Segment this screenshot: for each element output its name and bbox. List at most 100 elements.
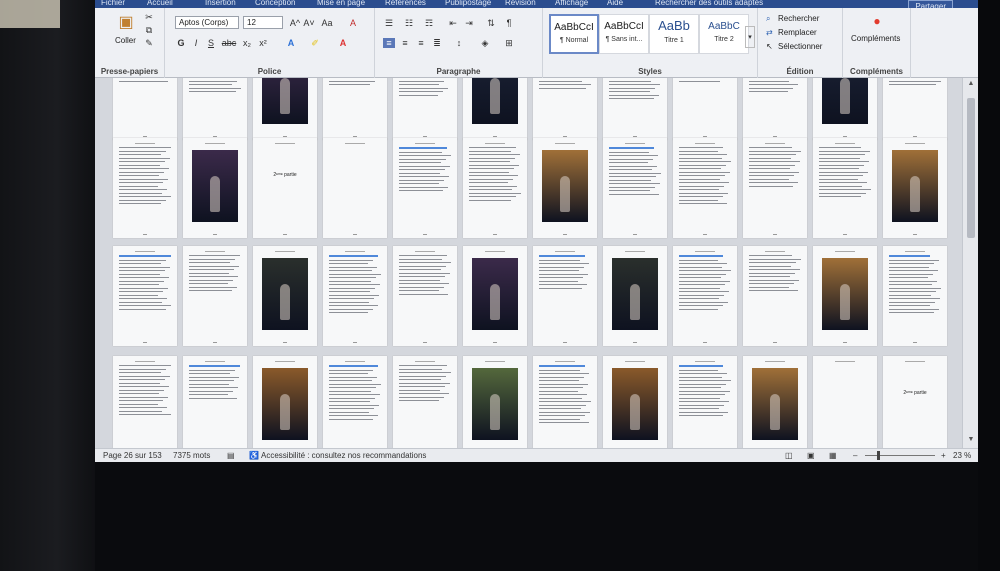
- bold-button[interactable]: G: [175, 38, 187, 48]
- text-effects-icon[interactable]: A: [285, 38, 297, 48]
- web-layout-icon[interactable]: ▦: [829, 451, 837, 460]
- align-left-icon[interactable]: ≡: [383, 38, 395, 48]
- document-page[interactable]: [253, 78, 317, 140]
- find-icon[interactable]: ⌕: [766, 14, 770, 24]
- document-page[interactable]: [743, 356, 807, 448]
- ribbon-tab[interactable]: Affichage: [555, 0, 588, 7]
- document-page[interactable]: [533, 78, 597, 140]
- ribbon-tab[interactable]: Accueil: [147, 0, 173, 7]
- document-page[interactable]: [463, 356, 527, 448]
- zoom-slider-knob[interactable]: [877, 451, 880, 460]
- format-painter-icon[interactable]: ✎: [143, 38, 155, 48]
- document-page[interactable]: [743, 78, 807, 140]
- numbering-icon[interactable]: ☷: [403, 18, 415, 28]
- document-page[interactable]: [533, 356, 597, 448]
- document-page[interactable]: [183, 78, 247, 140]
- document-page[interactable]: [813, 138, 877, 238]
- decrease-indent-icon[interactable]: ⇤: [447, 18, 459, 28]
- clear-formatting-icon[interactable]: A: [347, 18, 359, 28]
- font-size-select[interactable]: 12: [243, 16, 283, 29]
- sort-icon[interactable]: ⇅: [485, 18, 497, 28]
- document-page[interactable]: 2ᵉᵐᵉ partie: [883, 356, 947, 448]
- shading-icon[interactable]: ◈: [479, 38, 491, 48]
- document-page[interactable]: [673, 138, 737, 238]
- vertical-scrollbar[interactable]: ▲ ▼: [962, 78, 978, 448]
- style-no-spacing[interactable]: AaBbCcI ¶ Sans int...: [599, 14, 649, 54]
- accessibility-status[interactable]: Accessibilité : consultez nos recommanda…: [261, 451, 426, 460]
- borders-icon[interactable]: ⊞: [503, 38, 515, 48]
- document-page[interactable]: [743, 138, 807, 238]
- align-right-icon[interactable]: ≡: [415, 38, 427, 48]
- document-page[interactable]: [113, 138, 177, 238]
- document-page[interactable]: 2ᵉᵐᵉ partie: [253, 138, 317, 238]
- select-icon[interactable]: ↖: [766, 42, 773, 51]
- ribbon-tab[interactable]: Conception: [255, 0, 295, 7]
- superscript-button[interactable]: x²: [257, 38, 269, 48]
- document-page[interactable]: [393, 78, 457, 140]
- document-page[interactable]: [183, 246, 247, 346]
- document-page[interactable]: [813, 78, 877, 140]
- ribbon-tab[interactable]: Insertion: [205, 0, 236, 7]
- document-page[interactable]: [323, 356, 387, 448]
- document-page[interactable]: [603, 246, 667, 346]
- find-button[interactable]: Rechercher: [778, 14, 819, 23]
- highlight-icon[interactable]: ✐: [309, 38, 321, 48]
- ribbon-tab[interactable]: Révision: [505, 0, 536, 7]
- document-page[interactable]: [463, 246, 527, 346]
- document-page[interactable]: [673, 246, 737, 346]
- document-page[interactable]: [323, 138, 387, 238]
- document-page[interactable]: [463, 78, 527, 140]
- document-page[interactable]: [813, 356, 877, 448]
- font-color-icon[interactable]: A: [337, 38, 349, 48]
- document-page[interactable]: [183, 138, 247, 238]
- proofing-icon[interactable]: ▤: [227, 451, 235, 460]
- document-page[interactable]: [323, 78, 387, 140]
- style-heading-2[interactable]: AaBbC Titre 2: [699, 14, 749, 54]
- document-page[interactable]: [393, 356, 457, 448]
- paste-button[interactable]: Coller: [115, 36, 136, 45]
- scroll-thumb[interactable]: [967, 98, 975, 238]
- bullets-icon[interactable]: ☰: [383, 18, 395, 28]
- document-page[interactable]: [883, 246, 947, 346]
- document-page[interactable]: [533, 138, 597, 238]
- document-page[interactable]: [253, 246, 317, 346]
- scroll-down-icon[interactable]: ▼: [963, 436, 978, 446]
- accessibility-icon[interactable]: ♿: [249, 451, 259, 460]
- show-marks-icon[interactable]: ¶: [503, 18, 515, 28]
- change-case-icon[interactable]: Aa: [321, 18, 333, 28]
- focus-icon[interactable]: ◫: [785, 451, 793, 460]
- copy-icon[interactable]: ⧉: [143, 25, 155, 35]
- word-count[interactable]: 7375 mots: [173, 451, 210, 460]
- document-page[interactable]: [883, 78, 947, 140]
- page-count[interactable]: Page 26 sur 153: [103, 451, 162, 460]
- select-button[interactable]: Sélectionner: [778, 42, 822, 51]
- ribbon-tab[interactable]: Mise en page: [317, 0, 365, 7]
- print-layout-icon[interactable]: ▣: [807, 451, 815, 460]
- document-page[interactable]: [253, 356, 317, 448]
- document-page[interactable]: [533, 246, 597, 346]
- ribbon-tab[interactable]: Aide: [607, 0, 623, 7]
- document-page[interactable]: [393, 246, 457, 346]
- document-page[interactable]: [463, 138, 527, 238]
- ribbon-tab[interactable]: Publipostage: [445, 0, 491, 7]
- document-page[interactable]: [323, 246, 387, 346]
- document-page[interactable]: [883, 138, 947, 238]
- strikethrough-button[interactable]: abc: [221, 38, 237, 48]
- addins-button[interactable]: Compléments: [851, 34, 900, 43]
- document-page[interactable]: [603, 78, 667, 140]
- document-page[interactable]: [673, 356, 737, 448]
- underline-button[interactable]: S: [205, 38, 217, 48]
- document-page[interactable]: [743, 246, 807, 346]
- document-page[interactable]: [113, 246, 177, 346]
- replace-icon[interactable]: ⇄: [766, 28, 773, 37]
- line-spacing-icon[interactable]: ↕: [453, 38, 465, 48]
- shrink-font-icon[interactable]: A˅: [303, 18, 315, 28]
- document-page[interactable]: [603, 138, 667, 238]
- replace-button[interactable]: Remplacer: [778, 28, 817, 37]
- ribbon-tab[interactable]: Références: [385, 0, 426, 7]
- ribbon-tab[interactable]: Rechercher des outils adaptés: [655, 0, 763, 7]
- italic-button[interactable]: I: [190, 38, 202, 48]
- zoom-level[interactable]: 23 %: [953, 451, 971, 460]
- font-name-select[interactable]: Aptos (Corps): [175, 16, 239, 29]
- multilevel-list-icon[interactable]: ☶: [423, 18, 435, 28]
